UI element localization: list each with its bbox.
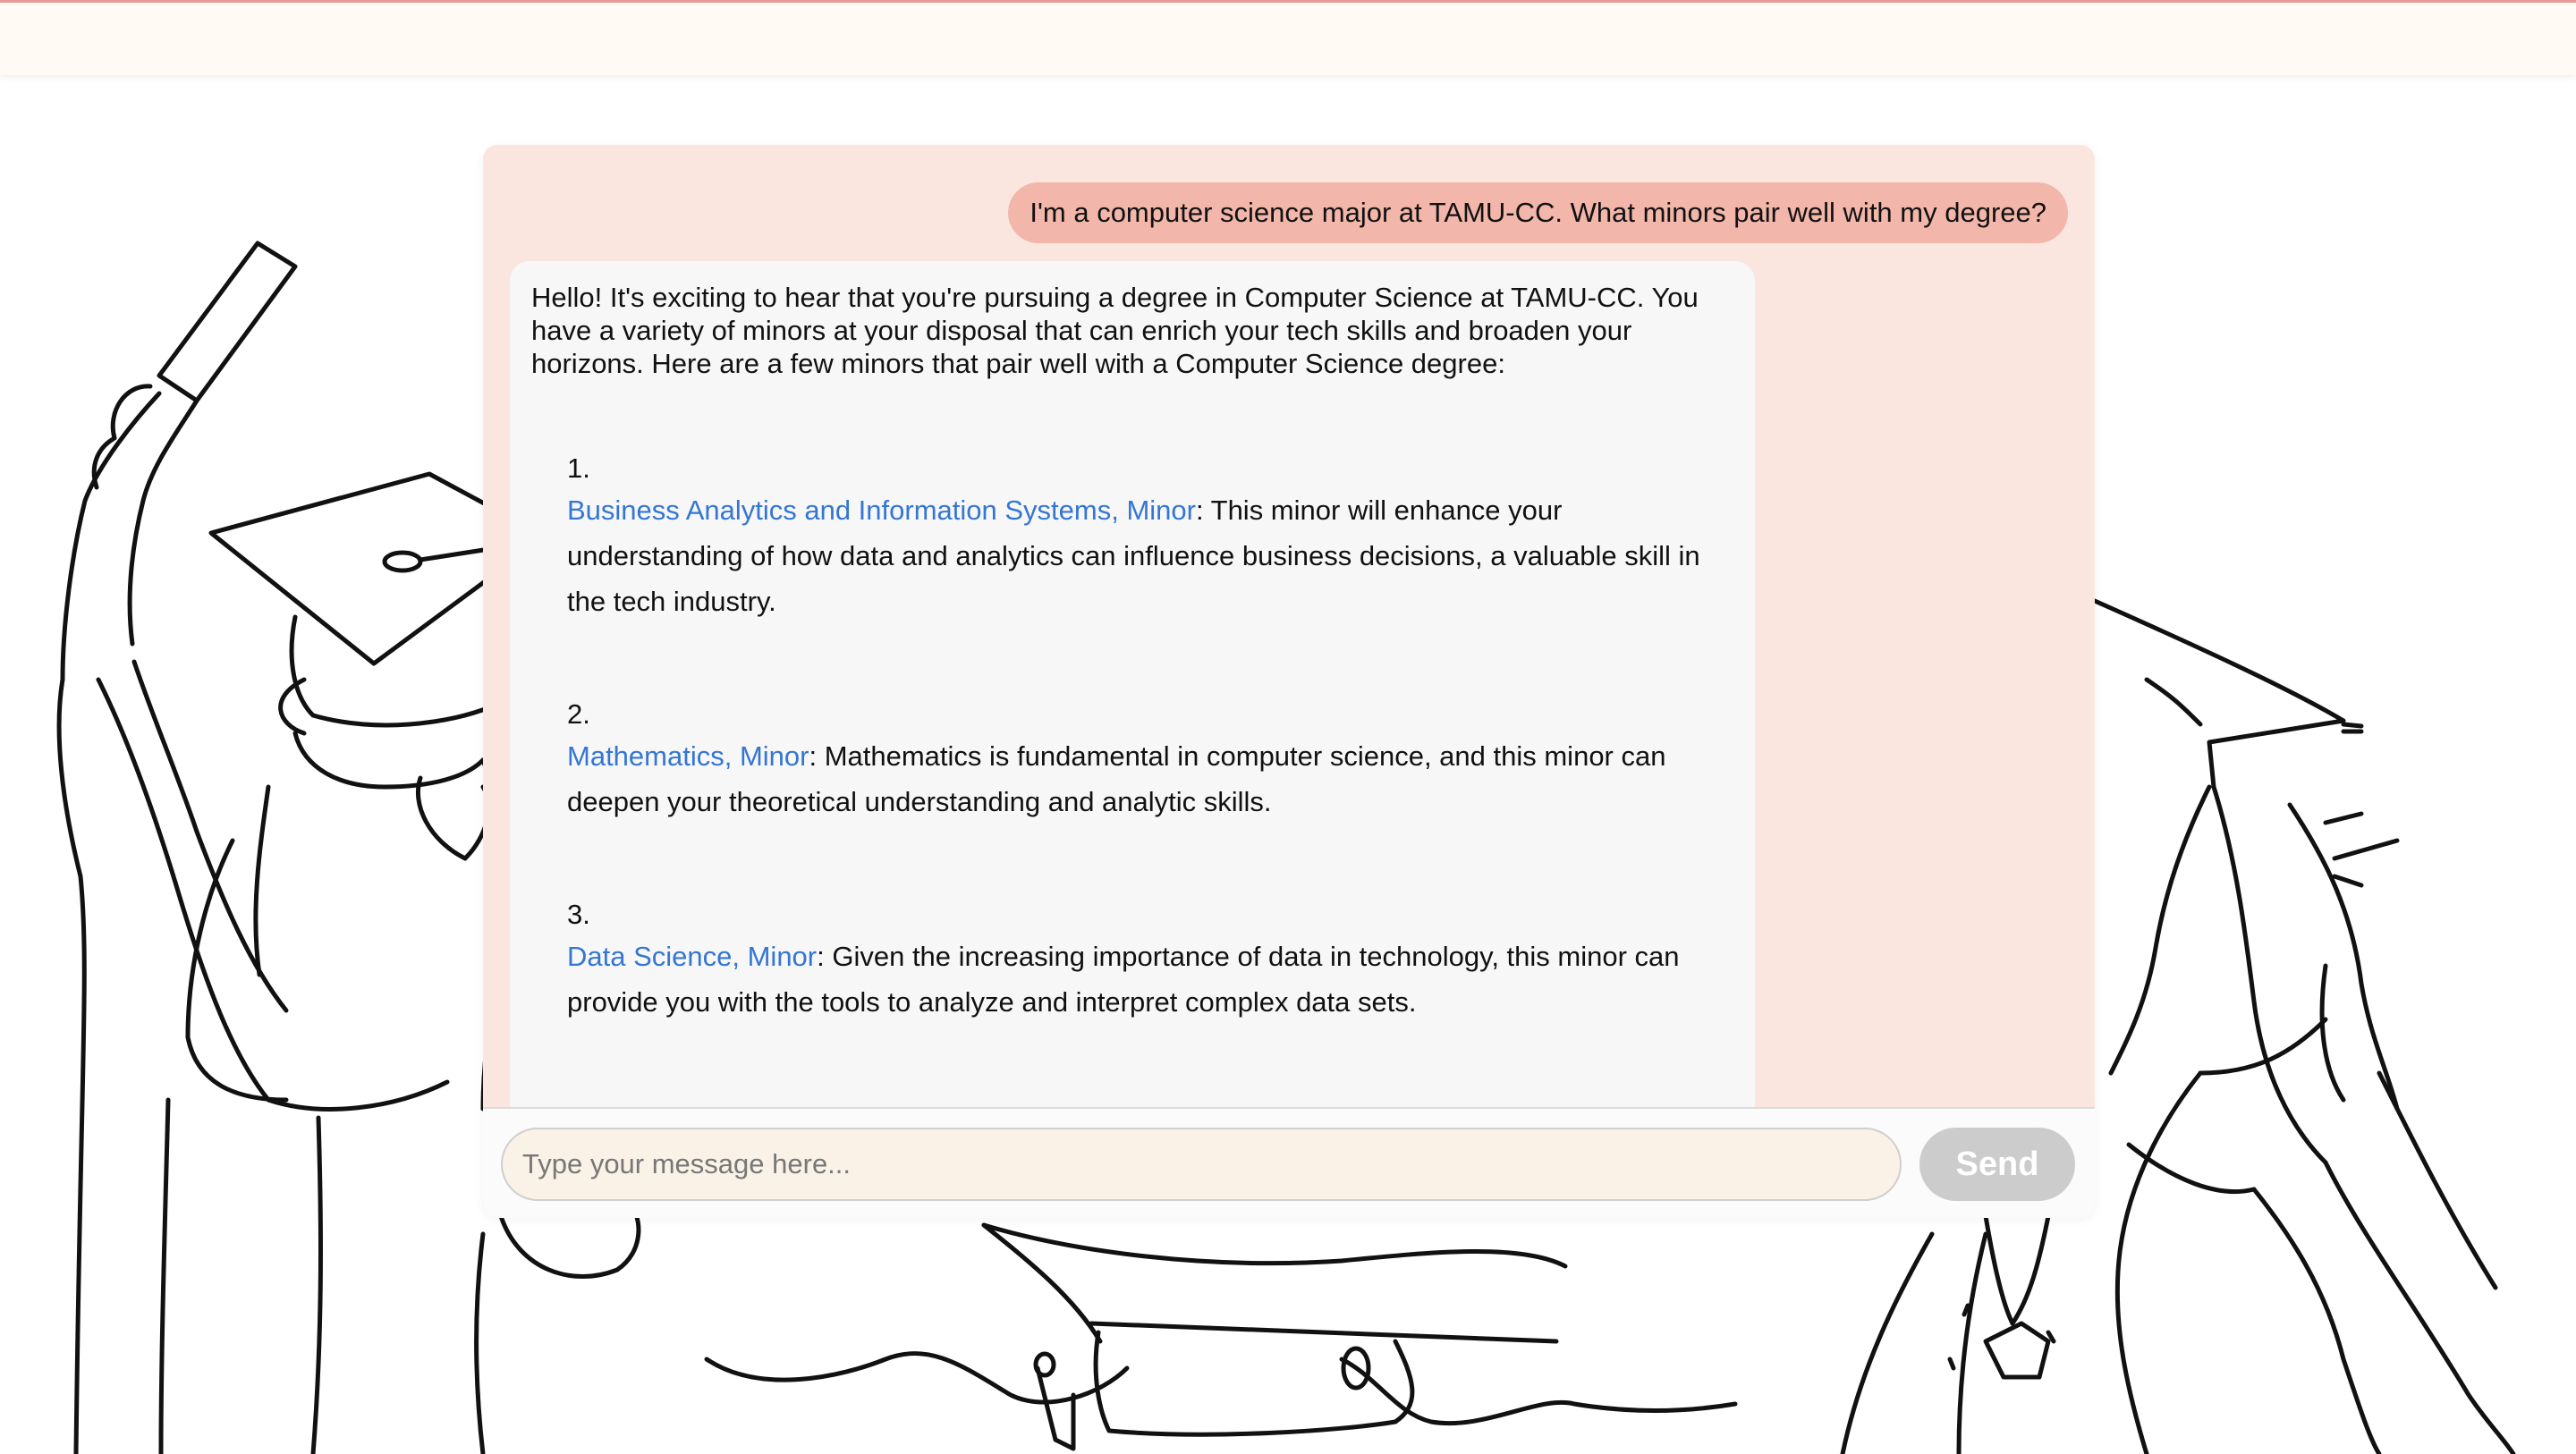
minor-list: 1. Business Analytics and Information Sy… <box>531 450 1733 1025</box>
list-item-number: 2. <box>567 698 590 730</box>
message-list[interactable]: I'm a computer science major at TAMU-CC.… <box>483 145 2095 1107</box>
user-message-bubble: I'm a computer science major at TAMU-CC.… <box>1008 182 2068 243</box>
chat-window: I'm a computer science major at TAMU-CC.… <box>483 145 2095 1218</box>
minor-link-business-analytics[interactable]: Business Analytics and Information Syste… <box>567 495 1196 526</box>
send-button[interactable]: Send <box>1919 1128 2075 1201</box>
list-item: 2. Mathematics, Minor: Mathematics is fu… <box>567 696 1733 824</box>
minor-link-data-science[interactable]: Data Science, Minor <box>567 941 817 972</box>
bot-message-bubble: Hello! It's exciting to hear that you're… <box>510 261 1755 1107</box>
top-header-bar <box>0 0 2576 75</box>
list-item-number: 1. <box>567 452 590 484</box>
message-input[interactable] <box>501 1128 1902 1201</box>
bot-intro-text: Hello! It's exciting to hear that you're… <box>531 282 1699 379</box>
message-composer: Send <box>483 1107 2095 1218</box>
minor-link-mathematics[interactable]: Mathematics, Minor <box>567 740 809 772</box>
list-item: 3. Data Science, Minor: Given the increa… <box>567 896 1733 1025</box>
list-item-number: 3. <box>567 899 590 930</box>
list-item: 1. Business Analytics and Information Sy… <box>567 450 1733 624</box>
